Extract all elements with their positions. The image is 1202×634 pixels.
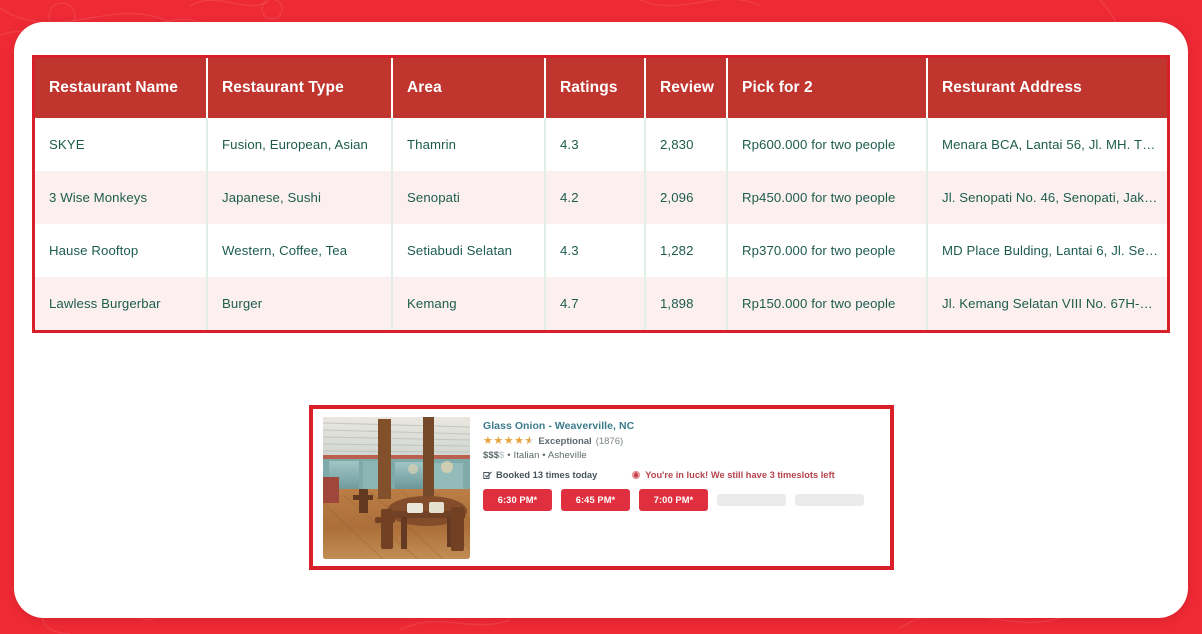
restaurant-table-container: Restaurant Name Restaurant Type Area Rat…	[32, 55, 1170, 333]
hot-flame-icon	[631, 470, 641, 480]
restaurant-card-title[interactable]: Glass Onion - Weaverville, NC	[483, 420, 880, 432]
table-body: SKYE Fusion, European, Asian Thamrin 4.3…	[35, 118, 1170, 330]
star-icon: ★	[504, 436, 514, 447]
cell-pick-for-2: Rp450.000 for two people	[727, 171, 927, 224]
page-backdrop: Restaurant Name Restaurant Type Area Rat…	[0, 0, 1202, 634]
restaurant-table: Restaurant Name Restaurant Type Area Rat…	[35, 58, 1170, 330]
cell-pick-for-2: Rp150.000 for two people	[727, 277, 927, 330]
column-header-area[interactable]: Area	[392, 58, 545, 118]
table-row[interactable]: Lawless Burgerbar Burger Kemang 4.7 1,89…	[35, 277, 1170, 330]
restaurant-rating-row: ★ ★ ★ ★ ★ Exceptional (1876)	[483, 436, 880, 447]
cell-area: Kemang	[392, 277, 545, 330]
cell-restaurant-name: SKYE	[35, 118, 207, 171]
star-half-icon: ★	[525, 436, 535, 447]
table-header: Restaurant Name Restaurant Type Area Rat…	[35, 58, 1170, 118]
cell-restaurant-address: Jl. Kemang Selatan VIII No. 67H-67I, Kem…	[927, 277, 1170, 330]
cell-restaurant-type: Japanese, Sushi	[207, 171, 392, 224]
timeslot-placeholder	[795, 494, 864, 506]
column-header-review[interactable]: Review	[645, 58, 727, 118]
cell-ratings: 4.3	[545, 224, 645, 277]
cell-ratings: 4.3	[545, 118, 645, 171]
table-row[interactable]: SKYE Fusion, European, Asian Thamrin 4.3…	[35, 118, 1170, 171]
cuisine-location: • Italian • Asheville	[505, 450, 587, 461]
booked-count: Booked 13 times today	[483, 470, 597, 480]
cell-restaurant-type: Western, Coffee, Tea	[207, 224, 392, 277]
star-rating: ★ ★ ★ ★ ★	[483, 436, 534, 447]
column-header-pick-for-2[interactable]: Pick for 2	[727, 58, 927, 118]
star-icon: ★	[514, 436, 524, 447]
table-header-row: Restaurant Name Restaurant Type Area Rat…	[35, 58, 1170, 118]
restaurant-meta-line: $$$$ • Italian • Asheville	[483, 450, 880, 461]
column-header-restaurant-name[interactable]: Restaurant Name	[35, 58, 207, 118]
restaurant-card-body: Glass Onion - Weaverville, NC ★ ★ ★ ★ ★ …	[483, 417, 880, 558]
timeslot-button-row: 6:30 PM* 6:45 PM* 7:00 PM*	[483, 489, 880, 511]
column-header-ratings[interactable]: Ratings	[545, 58, 645, 118]
booking-check-icon	[483, 471, 492, 480]
cell-area: Thamrin	[392, 118, 545, 171]
cell-review: 1,898	[645, 277, 727, 330]
column-header-restaurant-address[interactable]: Resturant Address	[927, 58, 1170, 118]
cell-restaurant-address: Menara BCA, Lantai 56, Jl. MH. Thamrin, …	[927, 118, 1170, 171]
cell-restaurant-name: Hause Rooftop	[35, 224, 207, 277]
luck-text: You're in luck! We still have 3 timeslot…	[645, 470, 834, 480]
table-row[interactable]: Hause Rooftop Western, Coffee, Tea Setia…	[35, 224, 1170, 277]
cell-restaurant-address: MD Place Bulding, Lantai 6, Jl. Setiabud…	[927, 224, 1170, 277]
cell-review: 2,096	[645, 171, 727, 224]
timeslot-placeholder	[717, 494, 786, 506]
cell-restaurant-type: Burger	[207, 277, 392, 330]
restaurant-interior-photo	[323, 417, 470, 559]
cell-ratings: 4.2	[545, 171, 645, 224]
timeslot-button[interactable]: 7:00 PM*	[639, 489, 708, 511]
timeslot-button[interactable]: 6:30 PM*	[483, 489, 552, 511]
cell-ratings: 4.7	[545, 277, 645, 330]
booked-text: Booked 13 times today	[496, 470, 597, 480]
price-level-filled: $$$	[483, 450, 499, 461]
cell-area: Senopati	[392, 171, 545, 224]
cell-pick-for-2: Rp600.000 for two people	[727, 118, 927, 171]
cell-review: 2,830	[645, 118, 727, 171]
cell-restaurant-address: Jl. Senopati No. 46, Senopati, Jakarta	[927, 171, 1170, 224]
star-icon: ★	[483, 436, 493, 447]
rating-count: (1876)	[596, 436, 623, 447]
white-content-card: Restaurant Name Restaurant Type Area Rat…	[14, 22, 1188, 618]
star-icon: ★	[493, 436, 503, 447]
cell-review: 1,282	[645, 224, 727, 277]
cell-restaurant-type: Fusion, European, Asian	[207, 118, 392, 171]
restaurant-info-row: Booked 13 times today You're in luck! We…	[483, 470, 880, 480]
cell-area: Setiabudi Selatan	[392, 224, 545, 277]
timeslot-button[interactable]: 6:45 PM*	[561, 489, 630, 511]
rating-word: Exceptional	[538, 436, 591, 447]
cell-restaurant-name: Lawless Burgerbar	[35, 277, 207, 330]
cell-restaurant-name: 3 Wise Monkeys	[35, 171, 207, 224]
table-row[interactable]: 3 Wise Monkeys Japanese, Sushi Senopati …	[35, 171, 1170, 224]
restaurant-booking-card[interactable]: Glass Onion - Weaverville, NC ★ ★ ★ ★ ★ …	[309, 405, 894, 570]
column-header-restaurant-type[interactable]: Restaurant Type	[207, 58, 392, 118]
timeslot-availability-note: You're in luck! We still have 3 timeslot…	[631, 470, 834, 480]
cell-pick-for-2: Rp370.000 for two people	[727, 224, 927, 277]
